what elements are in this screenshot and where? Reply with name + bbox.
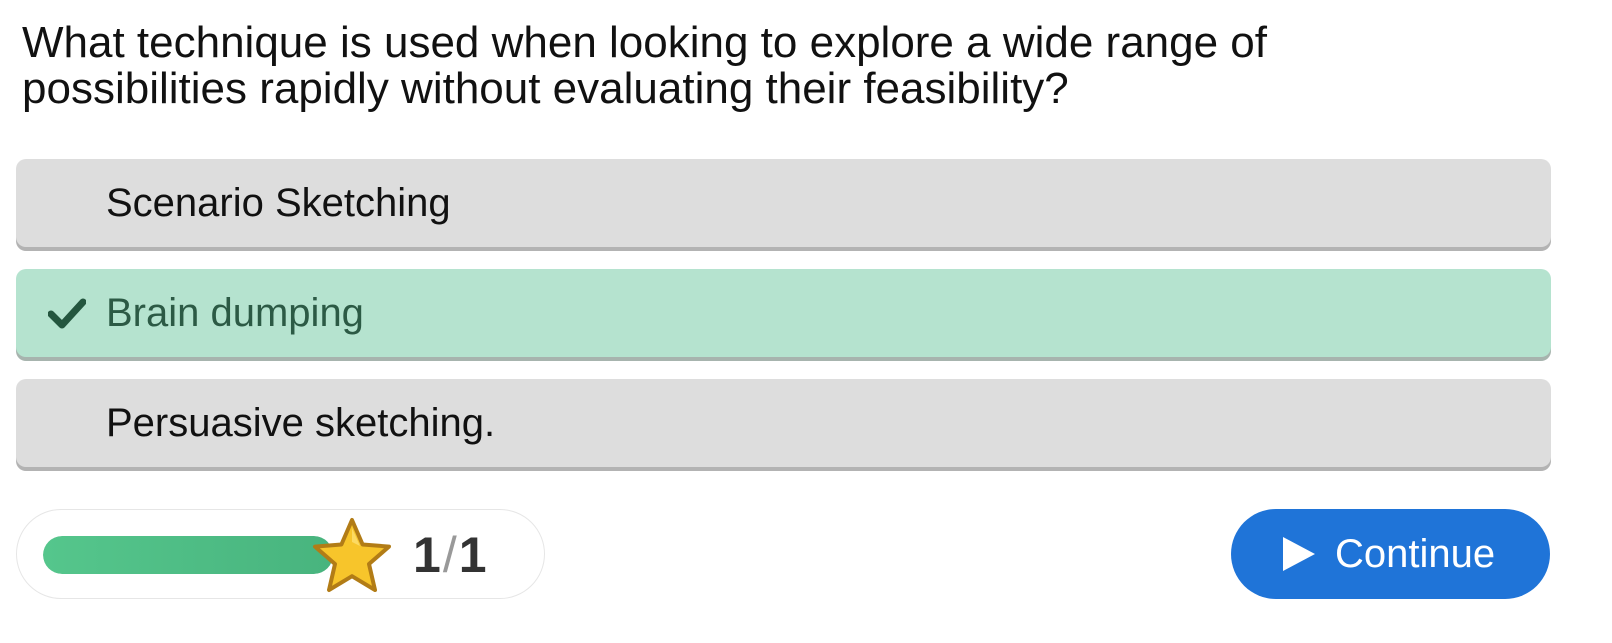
- continue-button-label: Continue: [1335, 532, 1496, 576]
- progress-current: 1: [413, 527, 441, 583]
- check-icon: [48, 298, 86, 329]
- progress-indicator: 1/1: [16, 509, 545, 599]
- answer-option-persuasive-sketching[interactable]: Persuasive sketching.: [16, 379, 1551, 467]
- quiz-page: What technique is used when looking to e…: [0, 0, 1612, 643]
- progress-score: 1/1: [413, 510, 487, 600]
- progress-bar-fill: [43, 536, 333, 574]
- continue-button[interactable]: Continue: [1231, 509, 1550, 599]
- question-text: What technique is used when looking to e…: [22, 18, 1280, 113]
- star-icon: [313, 518, 391, 592]
- progress-total: 1: [458, 527, 487, 583]
- play-icon: [1283, 537, 1315, 571]
- answer-option-label: Scenario Sketching: [106, 181, 451, 225]
- answer-options: Scenario Sketching Brain dumping Persuas…: [16, 159, 1551, 489]
- answer-option-label: Brain dumping: [106, 291, 364, 335]
- answer-option-scenario-sketching[interactable]: Scenario Sketching: [16, 159, 1551, 247]
- progress-bar: [43, 536, 333, 574]
- answer-option-label: Persuasive sketching.: [106, 401, 496, 445]
- progress-separator: /: [442, 527, 457, 583]
- answer-option-brain-dumping[interactable]: Brain dumping: [16, 269, 1551, 357]
